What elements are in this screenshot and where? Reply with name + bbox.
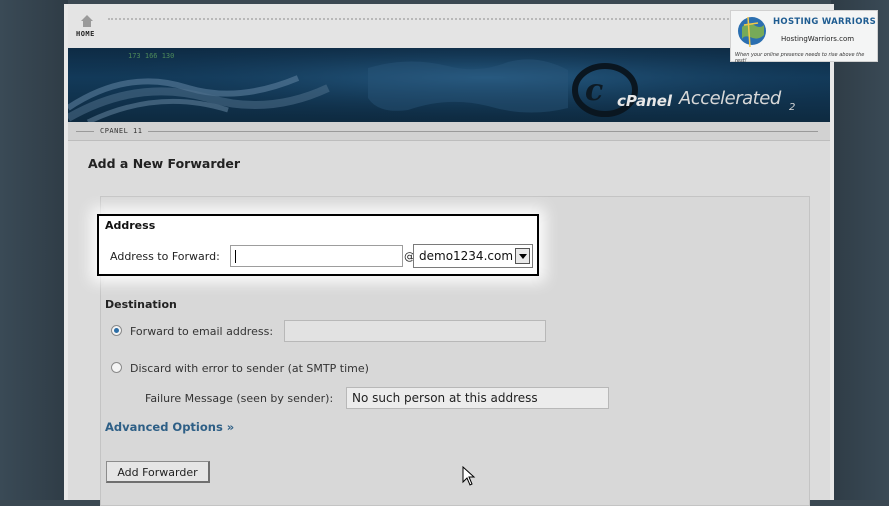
destination-heading: Destination <box>105 298 177 311</box>
brand-panel: Panel <box>625 92 673 110</box>
background-right <box>831 0 889 500</box>
breadcrumb: CPANEL 11 <box>68 122 830 141</box>
top-bar: HOME <box>68 4 830 48</box>
page-title: Add a New Forwarder <box>88 156 241 171</box>
address-section: Address Address to Forward: @ demo1234.c… <box>97 214 539 276</box>
background-left <box>0 0 68 500</box>
domain-select[interactable]: demo1234.com <box>413 244 533 268</box>
text-caret <box>235 250 236 263</box>
failure-message-value: No such person at this address <box>352 391 538 405</box>
cpanel-logo: c cPanel Accelerated 2 <box>571 58 821 122</box>
address-label: Address to Forward: <box>110 250 220 263</box>
watermark: HOSTING WARRIORS HostingWarriors.com Whe… <box>730 10 878 64</box>
brand-c: c <box>617 92 626 110</box>
domain-selected: demo1234.com <box>419 249 514 263</box>
add-forwarder-button[interactable]: Add Forwarder <box>106 461 210 483</box>
failure-message-input[interactable]: No such person at this address <box>346 387 609 409</box>
address-heading: Address <box>105 219 156 232</box>
brand-version: 2 <box>789 102 796 113</box>
advanced-options-link[interactable]: Advanced Options » <box>105 420 234 434</box>
brand-accelerated: Accelerated <box>679 88 781 109</box>
failure-message-label: Failure Message (seen by sender): <box>145 392 334 405</box>
address-input[interactable] <box>230 245 403 267</box>
home-icon[interactable] <box>80 14 94 28</box>
home-link[interactable]: HOME <box>76 30 95 38</box>
forward-label: Forward to email address: <box>130 325 274 338</box>
watermark-site: HostingWarriors.com <box>781 35 855 43</box>
forward-email-input[interactable] <box>284 320 546 342</box>
mouse-cursor-icon <box>462 466 476 486</box>
svg-text:c: c <box>585 73 603 108</box>
top-divider <box>108 18 808 20</box>
watermark-title: HOSTING WARRIORS <box>773 17 876 27</box>
banner: 173 166 130 c cPanel Accelerated 2 <box>68 48 830 122</box>
breadcrumb-divider <box>76 131 94 132</box>
forward-radio[interactable] <box>111 325 122 336</box>
chevron-down-icon[interactable] <box>515 248 530 264</box>
svg-text:173 166 130: 173 166 130 <box>128 52 174 60</box>
breadcrumb-cpanel[interactable]: CPANEL 11 <box>100 127 142 135</box>
discard-radio[interactable] <box>111 362 122 373</box>
watermark-tagline: When your online presence needs to rise … <box>735 52 865 64</box>
breadcrumb-divider <box>148 131 818 132</box>
globe-icon <box>738 16 766 48</box>
discard-label: Discard with error to sender (at SMTP ti… <box>130 362 369 375</box>
